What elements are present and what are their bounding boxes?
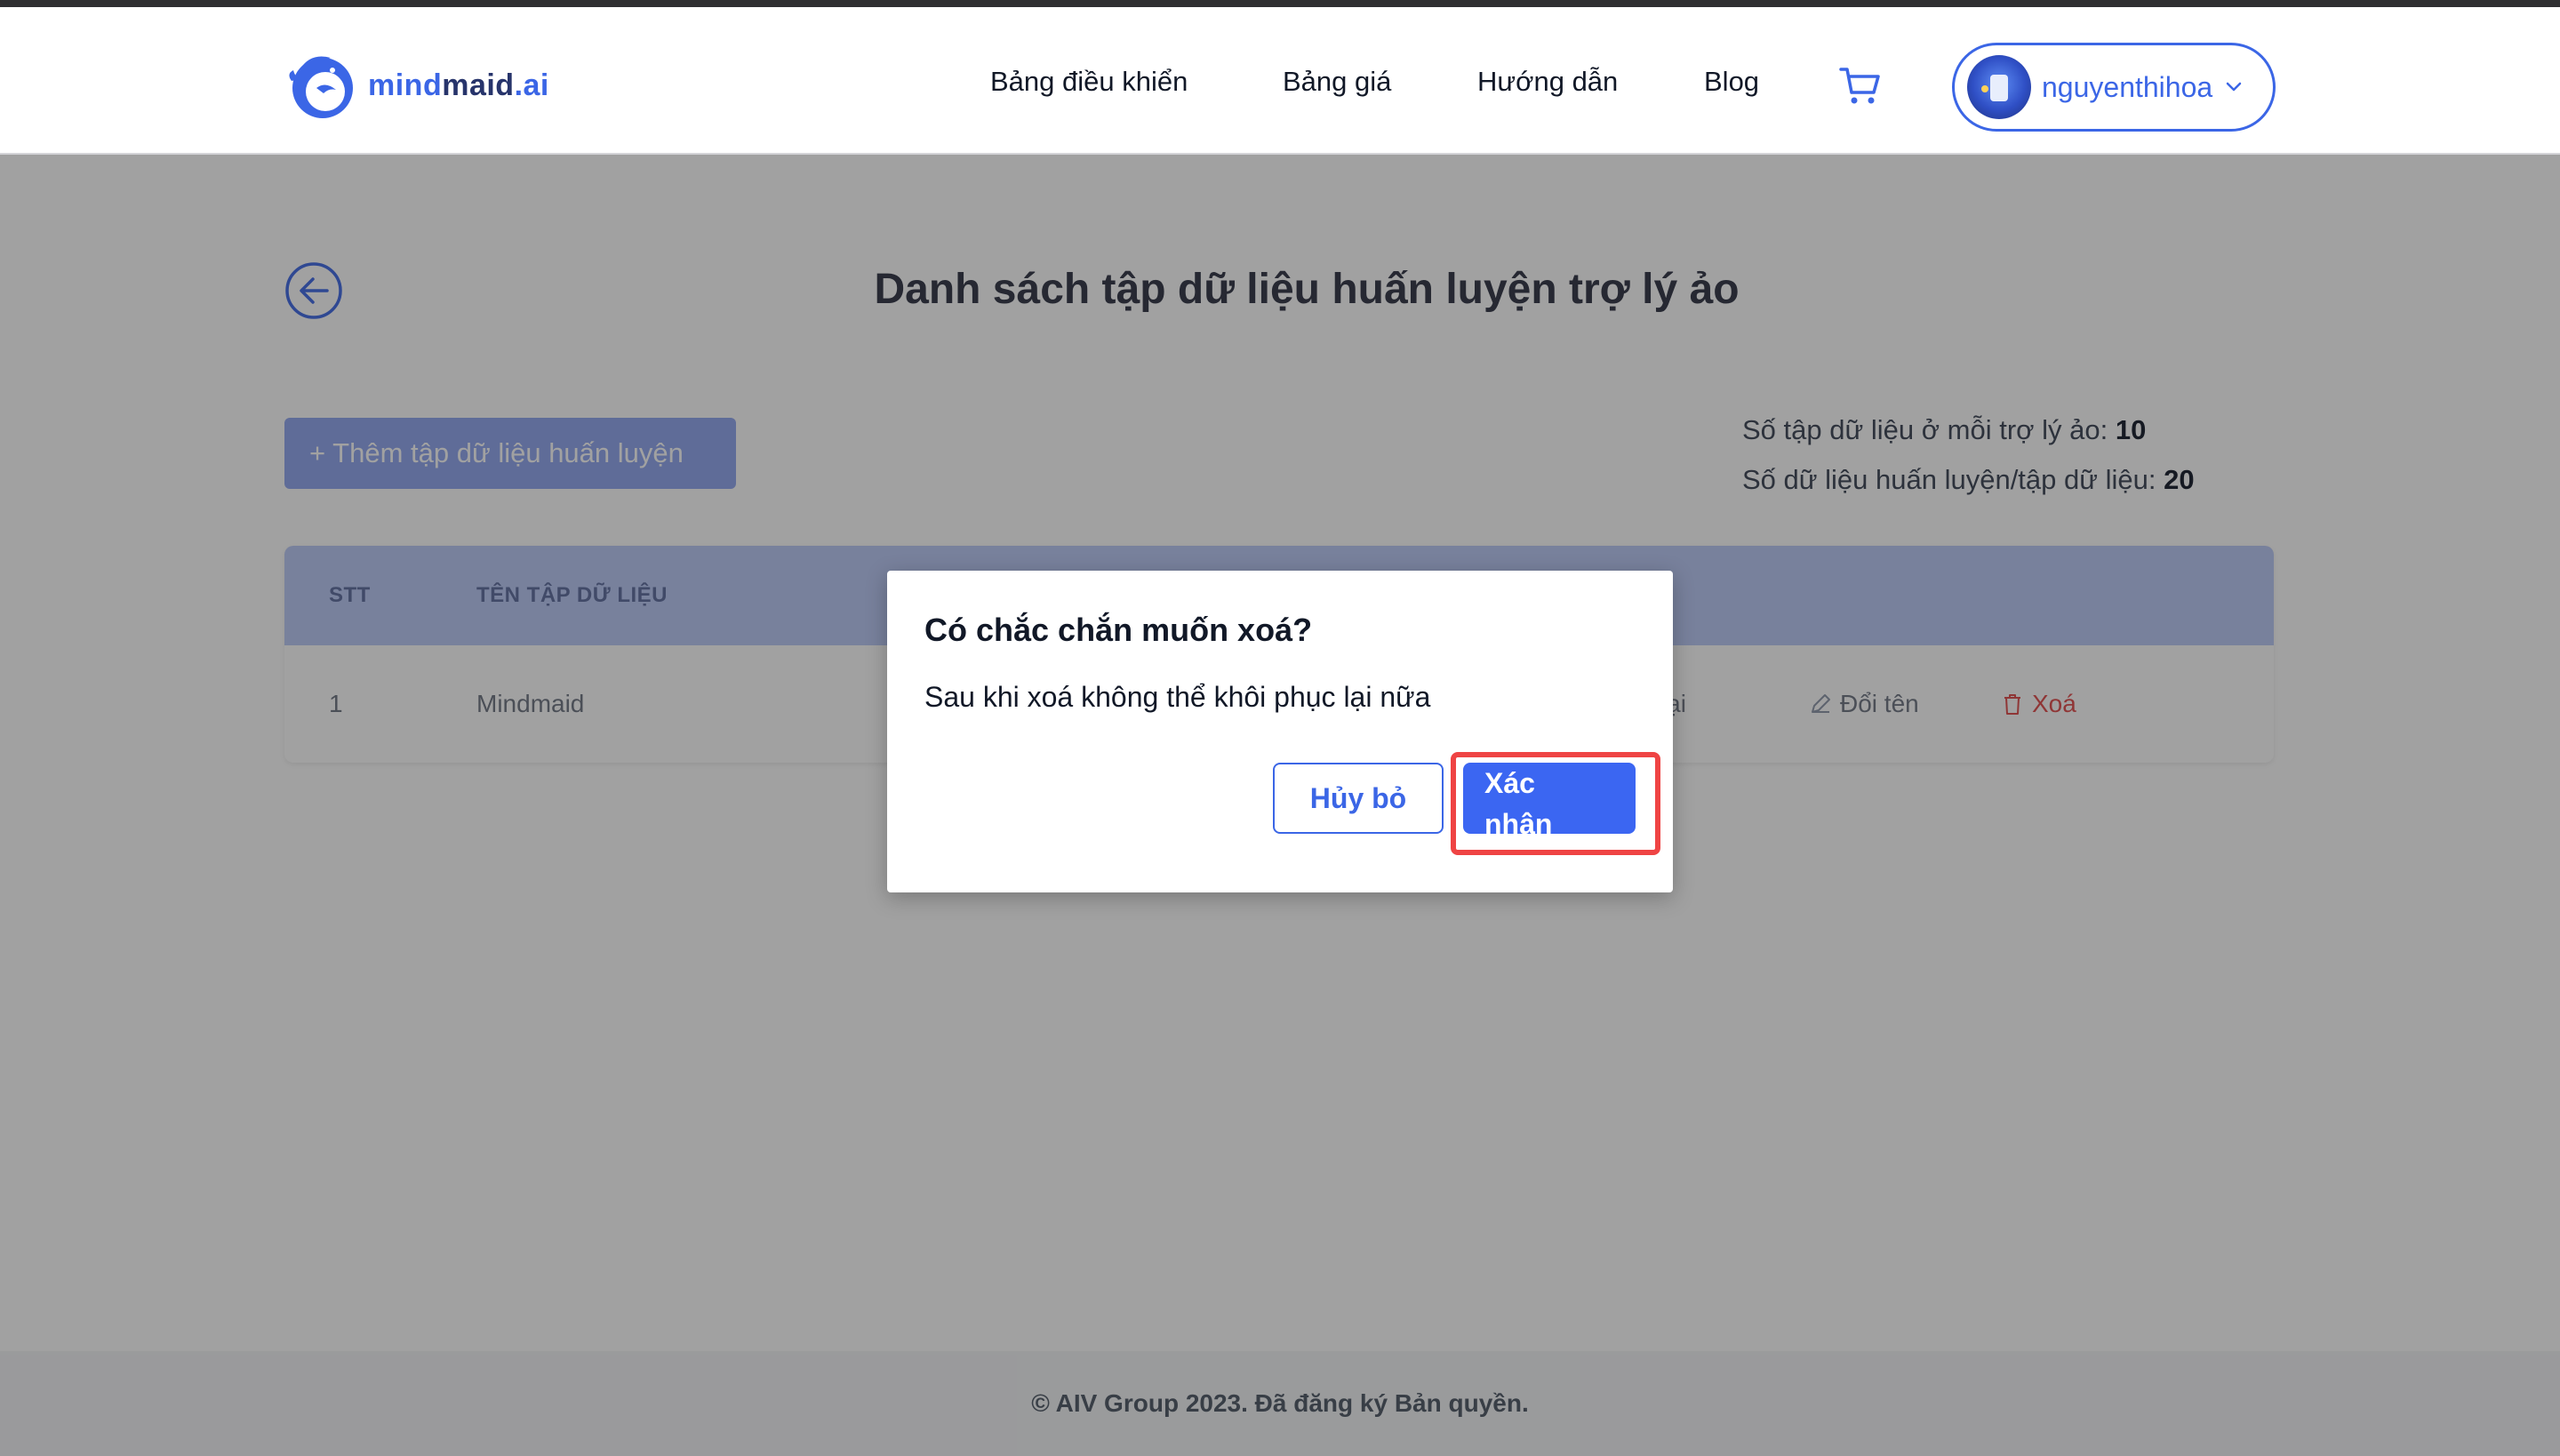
confirm-delete-dialog: Có chắc chắn muốn xoá? Sau khi xoá không… — [887, 571, 1673, 892]
logo-text-part1: mind — [368, 68, 443, 102]
logo[interactable]: mindmaid.ai — [284, 44, 549, 126]
logo-text-part3: .ai — [514, 68, 549, 102]
confirm-button-label: Xác nhận — [1484, 767, 1553, 834]
site-header: mindmaid.ai Bảng điều khiển Bảng giá Hướ… — [0, 7, 2560, 155]
nav-dashboard[interactable]: Bảng điều khiển — [990, 66, 1188, 108]
nav-pricing[interactable]: Bảng giá — [1283, 66, 1391, 108]
nav-guide[interactable]: Hướng dẫn — [1477, 66, 1618, 108]
dialog-title: Có chắc chắn muốn xoá? — [924, 612, 1313, 648]
confirm-button[interactable]: Xác nhận — [1463, 763, 1636, 834]
window-top-strip — [0, 0, 2560, 7]
user-menu-button[interactable]: nguyenthihoa — [1952, 43, 2276, 132]
avatar-phone-graphic — [1990, 75, 2008, 101]
dialog-message: Sau khi xoá không thể khôi phục lại nữa — [924, 681, 1431, 713]
user-name: nguyenthihoa — [2042, 70, 2213, 103]
logo-text: mindmaid.ai — [368, 68, 549, 103]
avatar — [1967, 55, 2031, 119]
chevron-down-icon — [2226, 82, 2242, 92]
logo-text-part2: maid — [442, 68, 515, 102]
nav-blog[interactable]: Blog — [1704, 66, 1759, 108]
avatar-dot-graphic — [1981, 85, 1988, 92]
cancel-button[interactable]: Hủy bỏ — [1273, 763, 1444, 834]
dolphin-logo-icon — [289, 56, 353, 118]
cart-icon[interactable] — [1838, 64, 1883, 107]
